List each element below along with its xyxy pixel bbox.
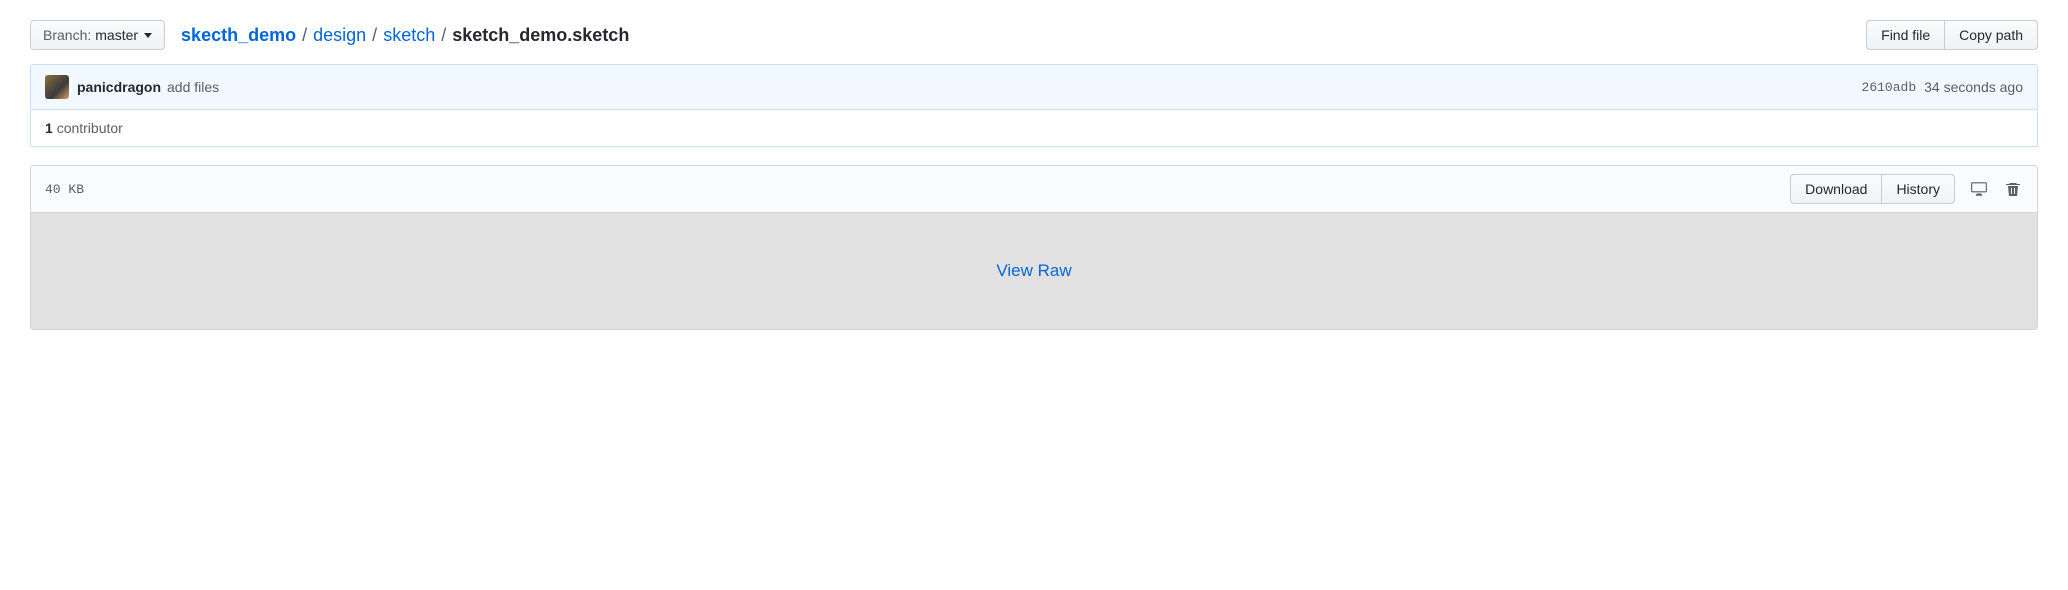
commit-sha-link[interactable]: 2610adb — [1862, 80, 1917, 95]
commit-time: 34 seconds ago — [1924, 79, 2023, 95]
copy-path-button[interactable]: Copy path — [1944, 20, 2038, 50]
contributors-row: 1 contributor — [31, 110, 2037, 146]
history-button[interactable]: History — [1881, 174, 1955, 204]
breadcrumb-repo-link[interactable]: skecth_demo — [181, 25, 296, 46]
file-actions: Download History — [1790, 174, 2023, 204]
breadcrumb-separator: / — [372, 25, 377, 46]
avatar[interactable] — [45, 75, 69, 99]
branch-label: Branch: — [43, 27, 91, 43]
breadcrumb-path-link[interactable]: design — [313, 25, 366, 46]
find-file-button[interactable]: Find file — [1866, 20, 1944, 50]
file-action-group: Download History — [1790, 174, 1955, 204]
breadcrumb-separator: / — [441, 25, 446, 46]
file-box: 40 KB Download History View Raw — [30, 165, 2038, 330]
download-button[interactable]: Download — [1790, 174, 1881, 204]
breadcrumb-separator: / — [302, 25, 307, 46]
trash-icon[interactable] — [2003, 179, 2023, 199]
branch-name: master — [95, 27, 138, 43]
branch-select-button[interactable]: Branch: master — [30, 20, 165, 50]
file-size: 40 KB — [45, 182, 1790, 197]
commit-message: add files — [167, 79, 1862, 95]
breadcrumb: skecth_demo / design / sketch / sketch_d… — [181, 25, 1866, 46]
top-action-group: Find file Copy path — [1866, 20, 2038, 50]
contributor-label: contributor — [57, 120, 123, 136]
desktop-icon[interactable] — [1969, 179, 1989, 199]
breadcrumb-path-link[interactable]: sketch — [383, 25, 435, 46]
top-row: Branch: master skecth_demo / design / sk… — [30, 20, 2038, 50]
commit-author-link[interactable]: panicdragon — [77, 79, 161, 95]
commit-row: panicdragon add files 2610adb 34 seconds… — [31, 65, 2037, 110]
commit-box: panicdragon add files 2610adb 34 seconds… — [30, 64, 2038, 147]
file-header: 40 KB Download History — [31, 166, 2037, 213]
file-body: View Raw — [31, 213, 2037, 329]
view-raw-link[interactable]: View Raw — [996, 261, 1071, 280]
caret-down-icon — [144, 33, 152, 38]
breadcrumb-file: sketch_demo.sketch — [452, 25, 629, 46]
contributor-count: 1 — [45, 120, 53, 136]
